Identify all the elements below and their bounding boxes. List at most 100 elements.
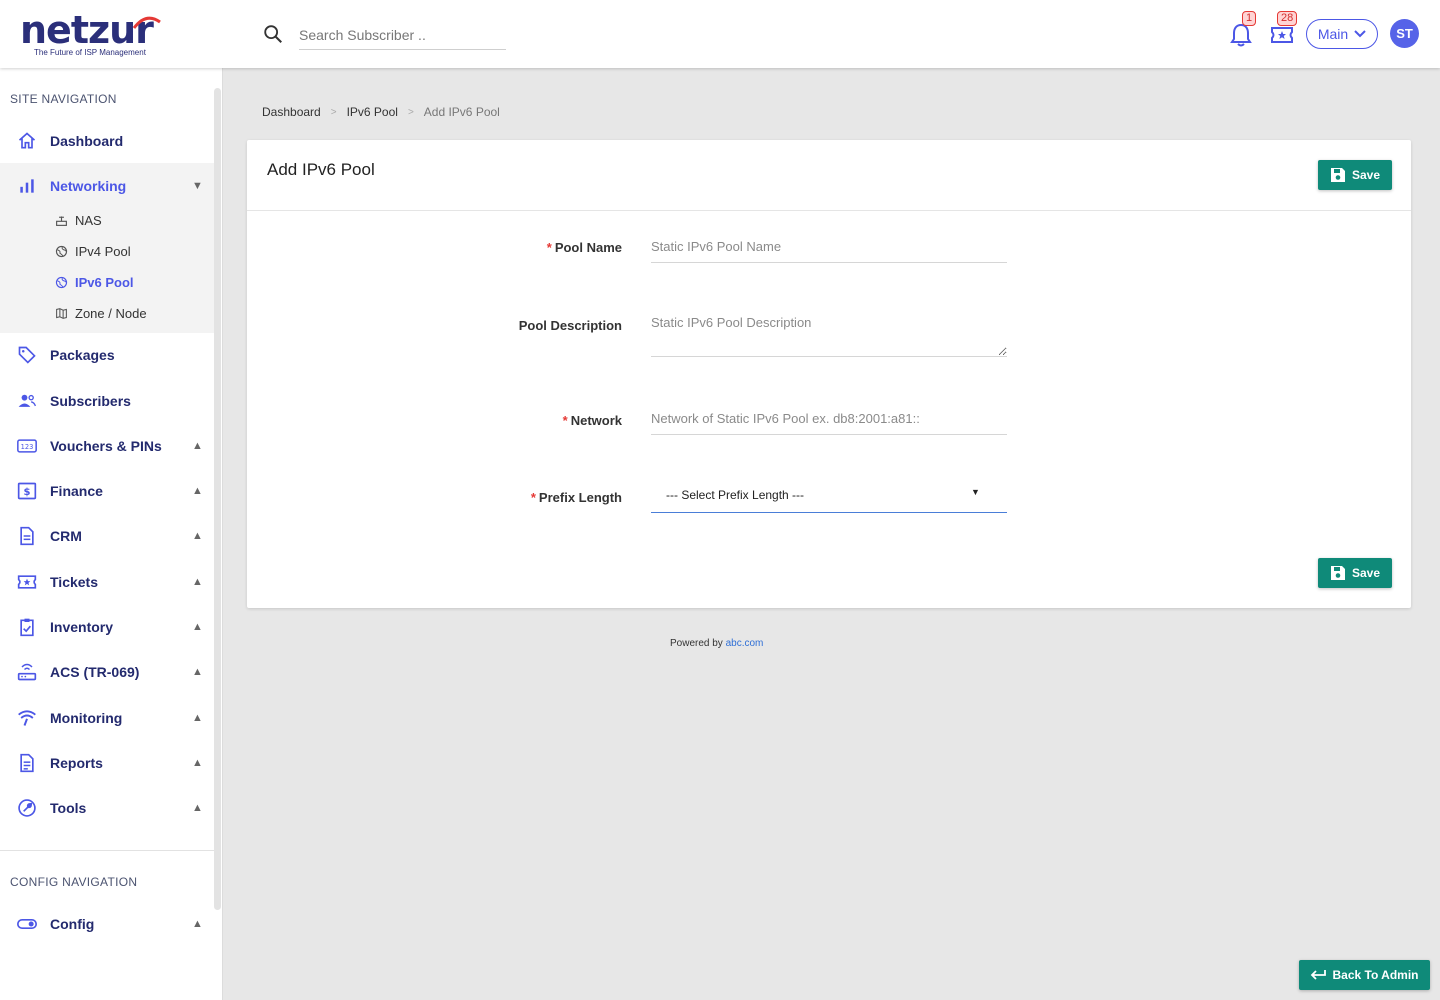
breadcrumb: Dashboard > IPv6 Pool > Add IPv6 Pool — [262, 105, 500, 119]
sidebar-item-inventory[interactable]: Inventory ▲ — [0, 607, 214, 647]
pool-name-label: * Pool Name — [547, 240, 622, 255]
clipboard-check-icon — [20, 618, 34, 637]
sidebar-item-acs[interactable]: ACS (TR-069) ▲ — [0, 652, 214, 692]
avatar[interactable]: ST — [1390, 19, 1419, 48]
save-button-top[interactable]: Save — [1318, 160, 1392, 190]
save-label: Save — [1351, 566, 1381, 580]
sidebar-item-label: Packages — [50, 347, 115, 363]
caret-up-icon: ▲ — [192, 666, 203, 678]
signal-icon — [18, 710, 36, 726]
logo-tagline: The Future of ISP Management — [34, 48, 146, 57]
caret-up-icon: ▲ — [192, 440, 203, 452]
logo[interactable]: netzur The Future of ISP Management — [20, 10, 180, 60]
caret-up-icon: ▲ — [192, 712, 203, 724]
sidebar-divider — [0, 850, 214, 851]
sidebar-item-crm[interactable]: CRM ▲ — [0, 516, 214, 556]
dollar-icon: $ — [17, 482, 37, 500]
sidebar-item-label: Dashboard — [50, 133, 124, 149]
branch-select[interactable]: Main — [1306, 19, 1378, 49]
ticket-icon — [1271, 27, 1293, 43]
sidebar-subitem-ipv6-pool[interactable]: IPv6 Pool — [0, 269, 214, 297]
section-site-navigation: SITE NAVIGATION — [10, 92, 117, 106]
caret-up-icon: ▲ — [192, 757, 203, 769]
required-marker: * — [562, 413, 568, 428]
prefix-length-select[interactable]: --- Select Prefix Length --- ▼ — [651, 477, 1007, 513]
sidebar-item-tickets[interactable]: Tickets ▲ — [0, 562, 214, 602]
sidebar-item-vouchers-pins[interactable]: 123 Vouchers & PINs ▲ — [0, 426, 214, 466]
users-icon — [18, 394, 36, 407]
pool-description-label: Pool Description — [518, 318, 622, 333]
sidebar-item-label: Tickets — [50, 574, 98, 590]
globe-icon — [55, 276, 68, 289]
sidebar-subitem-zone-node[interactable]: Zone / Node — [0, 300, 214, 328]
sidebar-item-dashboard[interactable]: Dashboard — [0, 121, 214, 161]
search-icon[interactable] — [262, 23, 284, 45]
sidebar-item-label: Config — [50, 916, 95, 932]
sidebar-item-tools[interactable]: Tools ▲ — [0, 788, 214, 828]
sidebar-item-subscribers[interactable]: Subscribers — [0, 381, 214, 421]
page-title: Add IPv6 Pool — [267, 160, 375, 179]
tag-icon — [18, 346, 36, 364]
notifications-button[interactable]: 1 — [1228, 11, 1257, 48]
tickets-badge: 28 — [1277, 11, 1298, 26]
branch-label: Main — [1317, 26, 1349, 42]
sidebar-item-label: Tools — [50, 800, 87, 816]
sidebar-subitem-label: IPv4 Pool — [75, 244, 131, 259]
pool-name-input[interactable] — [651, 231, 1007, 263]
save-icon — [1330, 566, 1345, 580]
sidebar-item-reports[interactable]: Reports ▲ — [0, 743, 214, 783]
sidebar-subitem-nas[interactable]: NAS — [0, 207, 214, 235]
save-button-bottom[interactable]: Save — [1318, 558, 1392, 588]
save-label: Save — [1351, 168, 1381, 182]
home-icon — [18, 132, 36, 149]
caret-up-icon: ▲ — [192, 918, 203, 930]
back-to-admin-button[interactable]: Back To Admin — [1299, 960, 1430, 990]
sidebar-item-label: Finance — [50, 483, 103, 499]
map-icon — [56, 308, 67, 319]
footer: Powered by abc.com — [670, 638, 763, 649]
caret-up-icon: ▲ — [192, 576, 203, 588]
tickets-button[interactable]: 28 — [1270, 11, 1298, 48]
sidebar-scrollbar[interactable] — [214, 88, 221, 910]
breadcrumb-ipv6-pool[interactable]: IPv6 Pool — [347, 105, 398, 119]
breadcrumb-dashboard[interactable]: Dashboard — [262, 105, 321, 119]
logo-arc-icon — [132, 16, 161, 29]
sidebar-item-label: Monitoring — [50, 710, 123, 726]
footer-link[interactable]: abc.com — [726, 638, 764, 649]
pin-123-icon: 123 — [17, 439, 37, 453]
toggle-icon — [17, 919, 37, 929]
sidebar: SITE NAVIGATION Dashboard Networking ▼ N… — [0, 68, 223, 1000]
ticket-icon — [17, 575, 37, 589]
caret-down-icon: ▼ — [971, 487, 980, 497]
sidebar-subitem-label: IPv6 Pool — [75, 275, 134, 290]
card-divider — [247, 210, 1411, 211]
sidebar-item-finance[interactable]: $ Finance ▲ — [0, 471, 214, 511]
sidebar-item-monitoring[interactable]: Monitoring ▲ — [0, 698, 214, 738]
network-label: * Network — [563, 413, 622, 428]
caret-up-icon: ▲ — [192, 802, 203, 814]
sidebar-item-label: CRM — [50, 528, 82, 544]
section-config-navigation: CONFIG NAVIGATION — [10, 875, 138, 889]
sidebar-item-networking[interactable]: Networking ▼ — [0, 166, 214, 206]
sidebar-item-label: ACS (TR-069) — [50, 664, 140, 680]
required-marker: * — [530, 490, 536, 505]
sidebar-item-packages[interactable]: Packages — [0, 335, 214, 375]
bar-chart-icon — [20, 179, 34, 193]
svg-text:123: 123 — [21, 443, 34, 451]
required-marker: * — [546, 240, 552, 255]
svg-text:$: $ — [24, 487, 31, 498]
network-label-text: Network — [570, 413, 622, 428]
sidebar-subitem-label: NAS — [75, 213, 102, 228]
breadcrumb-current: Add IPv6 Pool — [423, 105, 500, 119]
pool-name-label-text: Pool Name — [554, 240, 622, 255]
search-input[interactable] — [299, 20, 506, 50]
prefix-length-label: * Prefix Length — [531, 490, 622, 505]
network-input[interactable] — [651, 403, 1007, 435]
return-arrow-icon — [1311, 970, 1327, 980]
pool-description-textarea[interactable] — [651, 315, 1007, 357]
sidebar-item-label: Inventory — [50, 619, 114, 635]
sidebar-item-config[interactable]: Config ▲ — [0, 904, 214, 944]
caret-down-icon: ▼ — [192, 180, 203, 192]
sidebar-subitem-ipv4-pool[interactable]: IPv4 Pool — [0, 238, 214, 266]
sidebar-item-label: Vouchers & PINs — [50, 438, 162, 454]
